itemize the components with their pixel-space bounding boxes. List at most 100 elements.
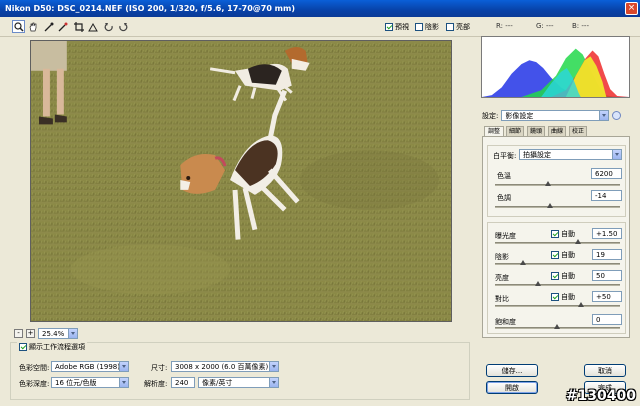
zoom-tool-icon[interactable]	[12, 20, 25, 33]
open-button[interactable]: 開啟	[486, 381, 538, 394]
brightness-slider[interactable]	[495, 281, 620, 286]
highlights-checkbox[interactable]	[446, 23, 454, 31]
tint-slider-knob[interactable]	[547, 203, 553, 208]
chevron-down-icon	[599, 111, 609, 120]
workflow-checkbox[interactable]	[19, 343, 27, 351]
zoom-in-button[interactable]: +	[26, 329, 35, 338]
contrast-input[interactable]: +50	[592, 291, 622, 302]
shadows-auto[interactable]: 自動	[551, 250, 575, 260]
size-select[interactable]: 3008 x 2000 (6.0 百萬像素)	[171, 361, 279, 372]
saturation-label: 飽和度	[495, 318, 516, 326]
tint-slider[interactable]	[495, 203, 620, 208]
exposure-auto-checkbox[interactable]	[551, 230, 559, 238]
preview-option[interactable]: 預視	[385, 22, 409, 32]
highlights-option[interactable]: 亮部	[446, 22, 470, 32]
cancel-button[interactable]: 取消	[584, 364, 626, 377]
settings-row: 設定: 影像設定	[482, 110, 622, 121]
white-balance-select[interactable]: 拍攝設定	[519, 149, 622, 160]
temperature-label: 色溫	[497, 172, 511, 180]
zoom-controls: - + 25.4%	[14, 328, 78, 339]
brightness-slider-knob[interactable]	[535, 281, 541, 286]
watermark: #130400	[565, 388, 636, 404]
brightness-value: 50	[596, 271, 605, 280]
color-depth-value: 16 位元/色版	[55, 378, 97, 387]
chevron-down-icon	[612, 150, 621, 159]
chevron-down-icon	[68, 329, 77, 338]
settings-label: 設定:	[482, 111, 499, 120]
close-button[interactable]: ×	[625, 2, 638, 15]
exposure-slider-knob[interactable]	[575, 239, 581, 244]
window-title: Nikon D50: DSC_0214.NEF (ISO 200, 1/320,…	[5, 4, 296, 13]
saturation-input[interactable]: 0	[592, 314, 622, 325]
color-space-value: Adobe RGB (1998)	[55, 362, 120, 371]
shadows-checkbox[interactable]	[415, 23, 423, 31]
shadows-auto-checkbox[interactable]	[551, 251, 559, 259]
preview-label: 預視	[395, 23, 409, 31]
color-depth-select[interactable]: 16 位元/色版	[51, 377, 129, 388]
contrast-slider[interactable]	[495, 302, 620, 307]
white-balance-label: 白平衡:	[493, 152, 517, 160]
exposure-label: 曝光度	[495, 232, 516, 240]
size-label: 尺寸:	[151, 364, 168, 372]
exposure-auto[interactable]: 自動	[551, 229, 575, 239]
shadows-label: 陰影	[425, 23, 439, 31]
brightness-input[interactable]: 50	[592, 270, 622, 281]
contrast-label: 對比	[495, 295, 509, 303]
color-depth-label: 色彩深度:	[19, 380, 50, 388]
saturation-slider-knob[interactable]	[554, 324, 560, 329]
color-sampler-tool-icon[interactable]	[56, 20, 69, 33]
temperature-slider-knob[interactable]	[545, 181, 551, 186]
settings-menu-icon[interactable]	[612, 111, 622, 120]
readout-g: G: ---	[536, 22, 554, 30]
contrast-auto[interactable]: 自動	[551, 292, 575, 302]
rotate-right-icon[interactable]	[116, 20, 129, 33]
chevron-down-icon	[119, 362, 128, 371]
tint-input[interactable]: -14	[591, 190, 622, 201]
shadows-slider-knob[interactable]	[520, 260, 526, 265]
brightness-auto[interactable]: 自動	[551, 271, 575, 281]
crop-tool-icon[interactable]	[72, 20, 85, 33]
resolution-input[interactable]: 240	[171, 377, 195, 388]
shadows-auto-label: 自動	[561, 251, 575, 259]
shadows-option[interactable]: 陰影	[415, 22, 439, 32]
size-value: 3008 x 2000 (6.0 百萬像素)	[175, 362, 269, 371]
exposure-auto-label: 自動	[561, 230, 575, 238]
tab-curve[interactable]: 曲線	[548, 126, 566, 136]
image-preview[interactable]	[30, 40, 452, 322]
shadows-value: 19	[596, 250, 605, 259]
workflow-toggle[interactable]: 顯示工作流程選項	[17, 342, 87, 352]
tab-calibrate[interactable]: 校正	[569, 126, 587, 136]
title-bar: Nikon D50: DSC_0214.NEF (ISO 200, 1/320,…	[0, 0, 640, 17]
color-space-select[interactable]: Adobe RGB (1998)	[51, 361, 129, 372]
highlights-label: 亮部	[456, 23, 470, 31]
white-balance-tool-icon[interactable]	[42, 20, 55, 33]
workflow-header: 顯示工作流程選項	[29, 343, 85, 351]
shadows-slider[interactable]	[495, 260, 620, 265]
temperature-slider[interactable]	[495, 181, 620, 186]
readout-b: B: ---	[572, 22, 589, 30]
shadows-adjust-label: 陰影	[495, 253, 509, 261]
shadows-input[interactable]: 19	[592, 249, 622, 260]
preview-checkbox[interactable]	[385, 23, 393, 31]
tab-detail[interactable]: 細節	[506, 126, 524, 136]
exposure-slider[interactable]	[495, 239, 620, 244]
tint-label: 色調	[497, 194, 511, 202]
contrast-auto-checkbox[interactable]	[551, 293, 559, 301]
straighten-tool-icon[interactable]	[86, 20, 99, 33]
resolution-unit-select[interactable]: 像素/英寸	[198, 377, 279, 388]
rotate-left-icon[interactable]	[102, 20, 115, 33]
tab-lens[interactable]: 鏡頭	[527, 126, 545, 136]
zoom-out-button[interactable]: -	[14, 329, 23, 338]
contrast-slider-knob[interactable]	[578, 302, 584, 307]
brightness-auto-checkbox[interactable]	[551, 272, 559, 280]
settings-select[interactable]: 影像設定	[501, 110, 610, 121]
save-button[interactable]: 儲存...	[486, 364, 538, 377]
dog-photo	[31, 41, 451, 321]
hand-tool-icon[interactable]	[26, 20, 39, 33]
settings-value: 影像設定	[505, 111, 534, 120]
zoom-level-select[interactable]: 25.4%	[38, 328, 78, 339]
color-space-label: 色彩空間:	[19, 364, 50, 372]
saturation-slider[interactable]	[495, 324, 620, 329]
temperature-input[interactable]: 6200	[591, 168, 622, 179]
exposure-input[interactable]: +1.50	[592, 228, 622, 239]
